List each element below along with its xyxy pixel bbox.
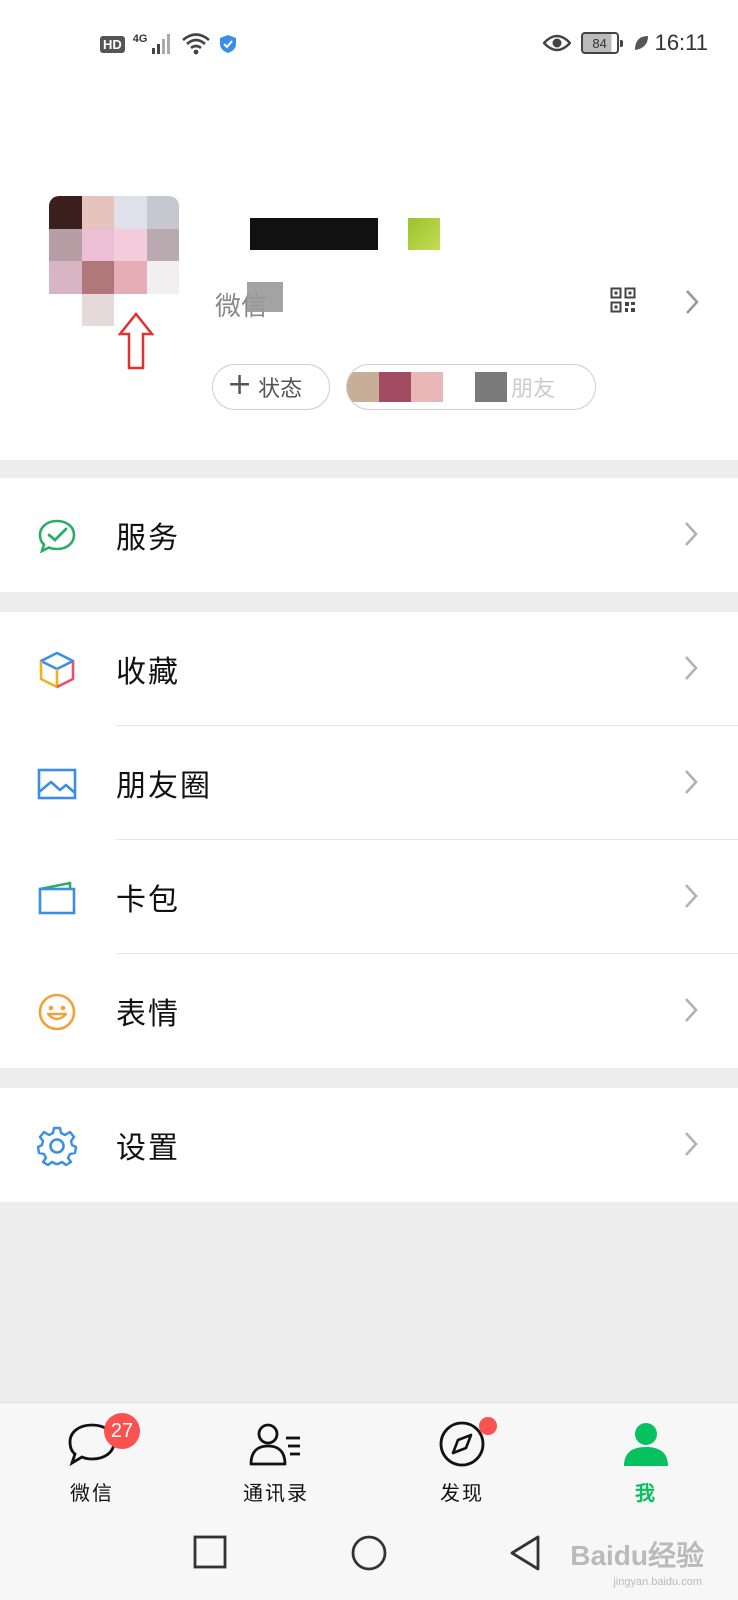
- card-wallet-icon: [38, 881, 76, 915]
- tab-discover[interactable]: 发现: [402, 1403, 522, 1515]
- battery-indicator: 84: [580, 32, 623, 54]
- redacted-mark: [408, 218, 440, 250]
- menu-label-cards: 卡包: [116, 883, 180, 918]
- tab-me[interactable]: 我: [586, 1403, 706, 1515]
- leaf-icon: [634, 36, 648, 50]
- menu-group-main: 收藏 朋友圈 卡包 表情: [0, 612, 738, 1068]
- chevron-right-icon: [685, 770, 698, 794]
- friends-status-text: 朋友: [511, 377, 556, 402]
- menu-item-services[interactable]: 服务: [0, 478, 738, 592]
- friends-status-chip[interactable]: 朋友: [346, 364, 596, 410]
- menu-item-favorites[interactable]: 收藏: [0, 612, 738, 726]
- tab-label-discover: 发现: [440, 1481, 484, 1505]
- baidu-watermark: Baidu经验: [570, 1540, 704, 1571]
- menu-item-moments[interactable]: 朋友圈: [0, 726, 738, 840]
- chevron-right-icon: [685, 998, 698, 1022]
- plus-icon: +: [227, 367, 253, 402]
- chevron-right-icon: [685, 656, 698, 680]
- chevron-right-icon: [685, 1132, 698, 1156]
- wifi-icon: [182, 33, 211, 55]
- tab-contacts[interactable]: 通讯录: [216, 1403, 336, 1515]
- unread-badge: 27: [104, 1413, 140, 1449]
- menu-group-settings: 设置: [0, 1088, 738, 1202]
- eye-icon: [542, 34, 571, 52]
- clock: 16:11: [654, 30, 708, 55]
- home-circle-icon[interactable]: [350, 1534, 388, 1572]
- menu-item-cards[interactable]: 卡包: [0, 840, 738, 954]
- gear-icon: [36, 1126, 78, 1167]
- chevron-right-icon: [685, 522, 698, 546]
- hd-badge: HD: [100, 35, 125, 53]
- tab-label-contacts: 通讯录: [243, 1481, 309, 1505]
- status-left: HD 4G: [100, 32, 237, 56]
- menu-label-stickers: 表情: [116, 997, 180, 1032]
- network-type: 4G: [132, 33, 148, 45]
- add-status-button[interactable]: + 状态: [212, 364, 330, 410]
- menu-item-stickers[interactable]: 表情: [0, 954, 738, 1068]
- tab-label-me: 我: [635, 1481, 657, 1505]
- baidu-watermark-url: jingyan.baidu.com: [613, 1576, 702, 1588]
- tab-label-chats: 微信: [70, 1481, 114, 1505]
- notification-dot: [479, 1417, 497, 1435]
- services-icon: [38, 519, 76, 554]
- nickname-redacted: [250, 218, 378, 250]
- annotation-arrow-icon: [118, 312, 154, 370]
- avatar[interactable]: [49, 196, 179, 326]
- moments-image-icon: [37, 768, 77, 800]
- status-bar: HD 4G 84 16:11: [0, 0, 738, 92]
- profile-header[interactable]: 微信 + 状态 朋友: [0, 92, 738, 460]
- status-button-label: 状态: [258, 377, 303, 402]
- menu-label-services: 服务: [116, 521, 180, 556]
- back-triangle-icon[interactable]: [508, 1534, 542, 1572]
- recents-square-icon[interactable]: [192, 1534, 228, 1570]
- menu-label-settings: 设置: [116, 1131, 180, 1166]
- status-right: 84 16:11: [542, 30, 708, 56]
- person-icon: [624, 1423, 668, 1466]
- chevron-right-icon: [686, 290, 699, 314]
- shield-icon: [220, 35, 237, 53]
- favorites-cube-icon: [39, 651, 75, 689]
- menu-item-settings[interactable]: 设置: [0, 1088, 738, 1202]
- contacts-icon: [249, 1423, 300, 1466]
- menu-label-favorites: 收藏: [116, 655, 180, 690]
- tab-chats[interactable]: 27 微信: [32, 1403, 152, 1515]
- menu-group-services: 服务: [0, 478, 738, 592]
- chevron-right-icon: [685, 884, 698, 908]
- smiley-icon: [38, 993, 76, 1031]
- bottom-tab-bar: 27 微信 通讯录 发现 我: [0, 1402, 738, 1514]
- menu-label-moments: 朋友圈: [116, 769, 212, 804]
- qr-code-icon[interactable]: [610, 287, 636, 313]
- signal-icon: [152, 34, 171, 54]
- wechat-id-redacted: [247, 282, 283, 312]
